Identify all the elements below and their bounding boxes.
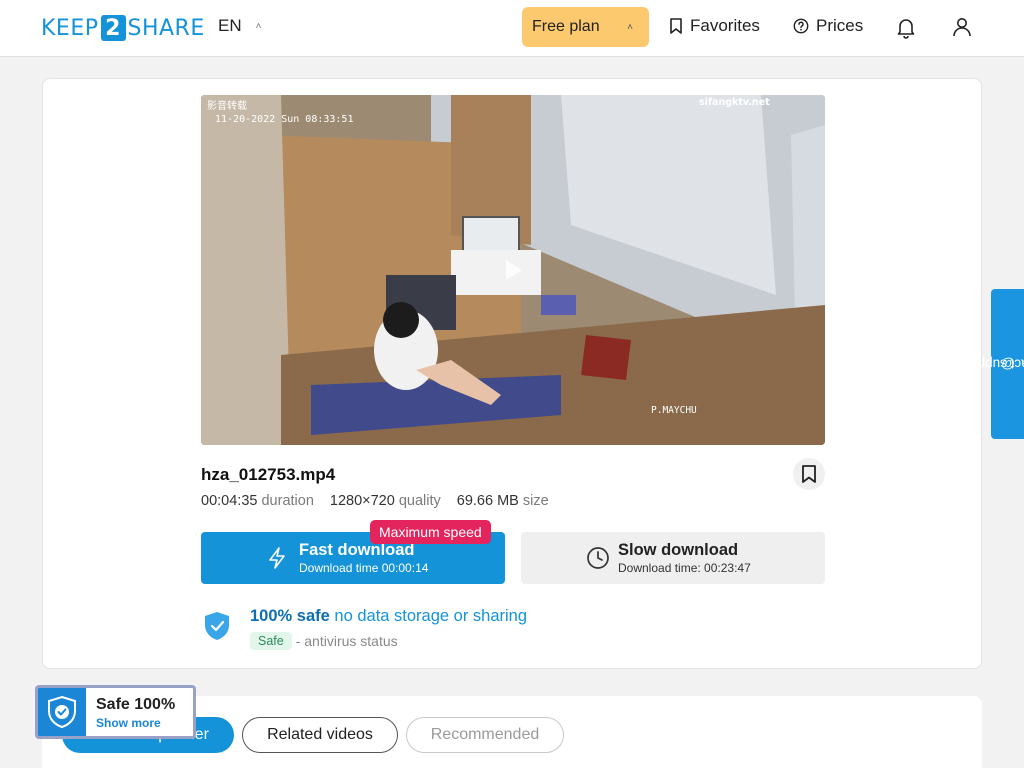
- bookmark-icon: [802, 465, 816, 483]
- keep2share-logo[interactable]: KEEP 2 SHARE: [41, 15, 205, 41]
- video-overlay-timestamp: 11-20-2022 Sun 08:33:51: [215, 114, 353, 125]
- favorites-label: Favorites: [690, 16, 760, 35]
- video-preview[interactable]: 影音转载 11-20-2022 Sun 08:33:51 sifangktv.n…: [201, 95, 825, 445]
- file-meta: 00:04:35 duration 1280×720 quality 69.66…: [201, 493, 549, 509]
- size-info: 69.66 MB size: [456, 493, 549, 509]
- video-overlay-room: P.MAYCHU: [651, 405, 697, 416]
- antivirus-status-text: - antivirus status: [295, 633, 398, 649]
- fast-download-time: Download time 00:00:14: [299, 561, 429, 575]
- quality-info: 1280×720 quality: [329, 493, 441, 509]
- safe-widget-title: Safe 100%: [96, 696, 176, 713]
- antivirus-status: Safe - antivirus status: [250, 632, 398, 650]
- contact-support-button[interactable]: @ contact support: [961, 289, 1024, 439]
- plan-dropdown-button[interactable]: Free plan ˄: [522, 7, 649, 47]
- slow-download-title: Slow download: [618, 541, 739, 559]
- lightning-icon: [269, 547, 285, 569]
- safety-headline: 100% safe no data storage or sharing: [250, 607, 528, 625]
- prices-link[interactable]: Prices: [793, 16, 863, 36]
- add-to-favorites-button[interactable]: [793, 458, 825, 490]
- shield-check-icon: [205, 612, 229, 640]
- chevron-up-icon: ˄: [627, 21, 633, 33]
- safe-status-badge: Safe: [250, 632, 292, 650]
- shield-check-icon: [38, 688, 86, 736]
- user-icon[interactable]: [950, 15, 974, 39]
- maximum-speed-badge: Maximum speed: [370, 520, 491, 544]
- favorites-link[interactable]: Favorites: [669, 16, 760, 36]
- tab-recommended[interactable]: Recommended: [406, 717, 564, 753]
- show-more-link[interactable]: Show more: [96, 716, 175, 730]
- logo-text-left: KEEP: [41, 15, 99, 41]
- language-label: EN: [218, 16, 242, 35]
- bookmark-icon: [670, 18, 682, 34]
- prices-label: Prices: [816, 16, 864, 35]
- video-frame: 影音转载 11-20-2022 Sun 08:33:51 sifangktv.n…: [201, 95, 825, 445]
- video-overlay-site: sifangktv.net: [699, 97, 770, 108]
- file-card: 影音转载 11-20-2022 Sun 08:33:51 sifangktv.n…: [42, 78, 982, 669]
- help-circle-icon: [793, 18, 809, 34]
- chevron-up-icon: ˄: [255, 20, 262, 32]
- contact-support-label: contact support: [961, 356, 1024, 372]
- slow-download-time: Download time: 00:23:47: [618, 561, 751, 575]
- safe-100-widget[interactable]: Safe 100% Show more: [35, 685, 196, 739]
- plan-label: Free plan: [532, 18, 600, 35]
- bell-icon[interactable]: [894, 15, 918, 39]
- slow-download-button[interactable]: Slow download Download time: 00:23:47: [521, 532, 825, 584]
- video-overlay-corner: 影音转载: [207, 99, 247, 112]
- clock-icon: [587, 547, 609, 569]
- duration-info: 00:04:35 duration: [201, 493, 314, 509]
- top-header: KEEP 2 SHARE EN ˄ Free plan ˄ Favorites …: [0, 0, 1024, 57]
- language-selector[interactable]: EN ˄: [218, 16, 261, 36]
- tab-related-videos[interactable]: Related videos: [242, 717, 398, 753]
- logo-number: 2: [100, 15, 126, 41]
- logo-text-right: SHARE: [127, 15, 205, 41]
- file-name: hza_012753.mp4: [201, 465, 336, 484]
